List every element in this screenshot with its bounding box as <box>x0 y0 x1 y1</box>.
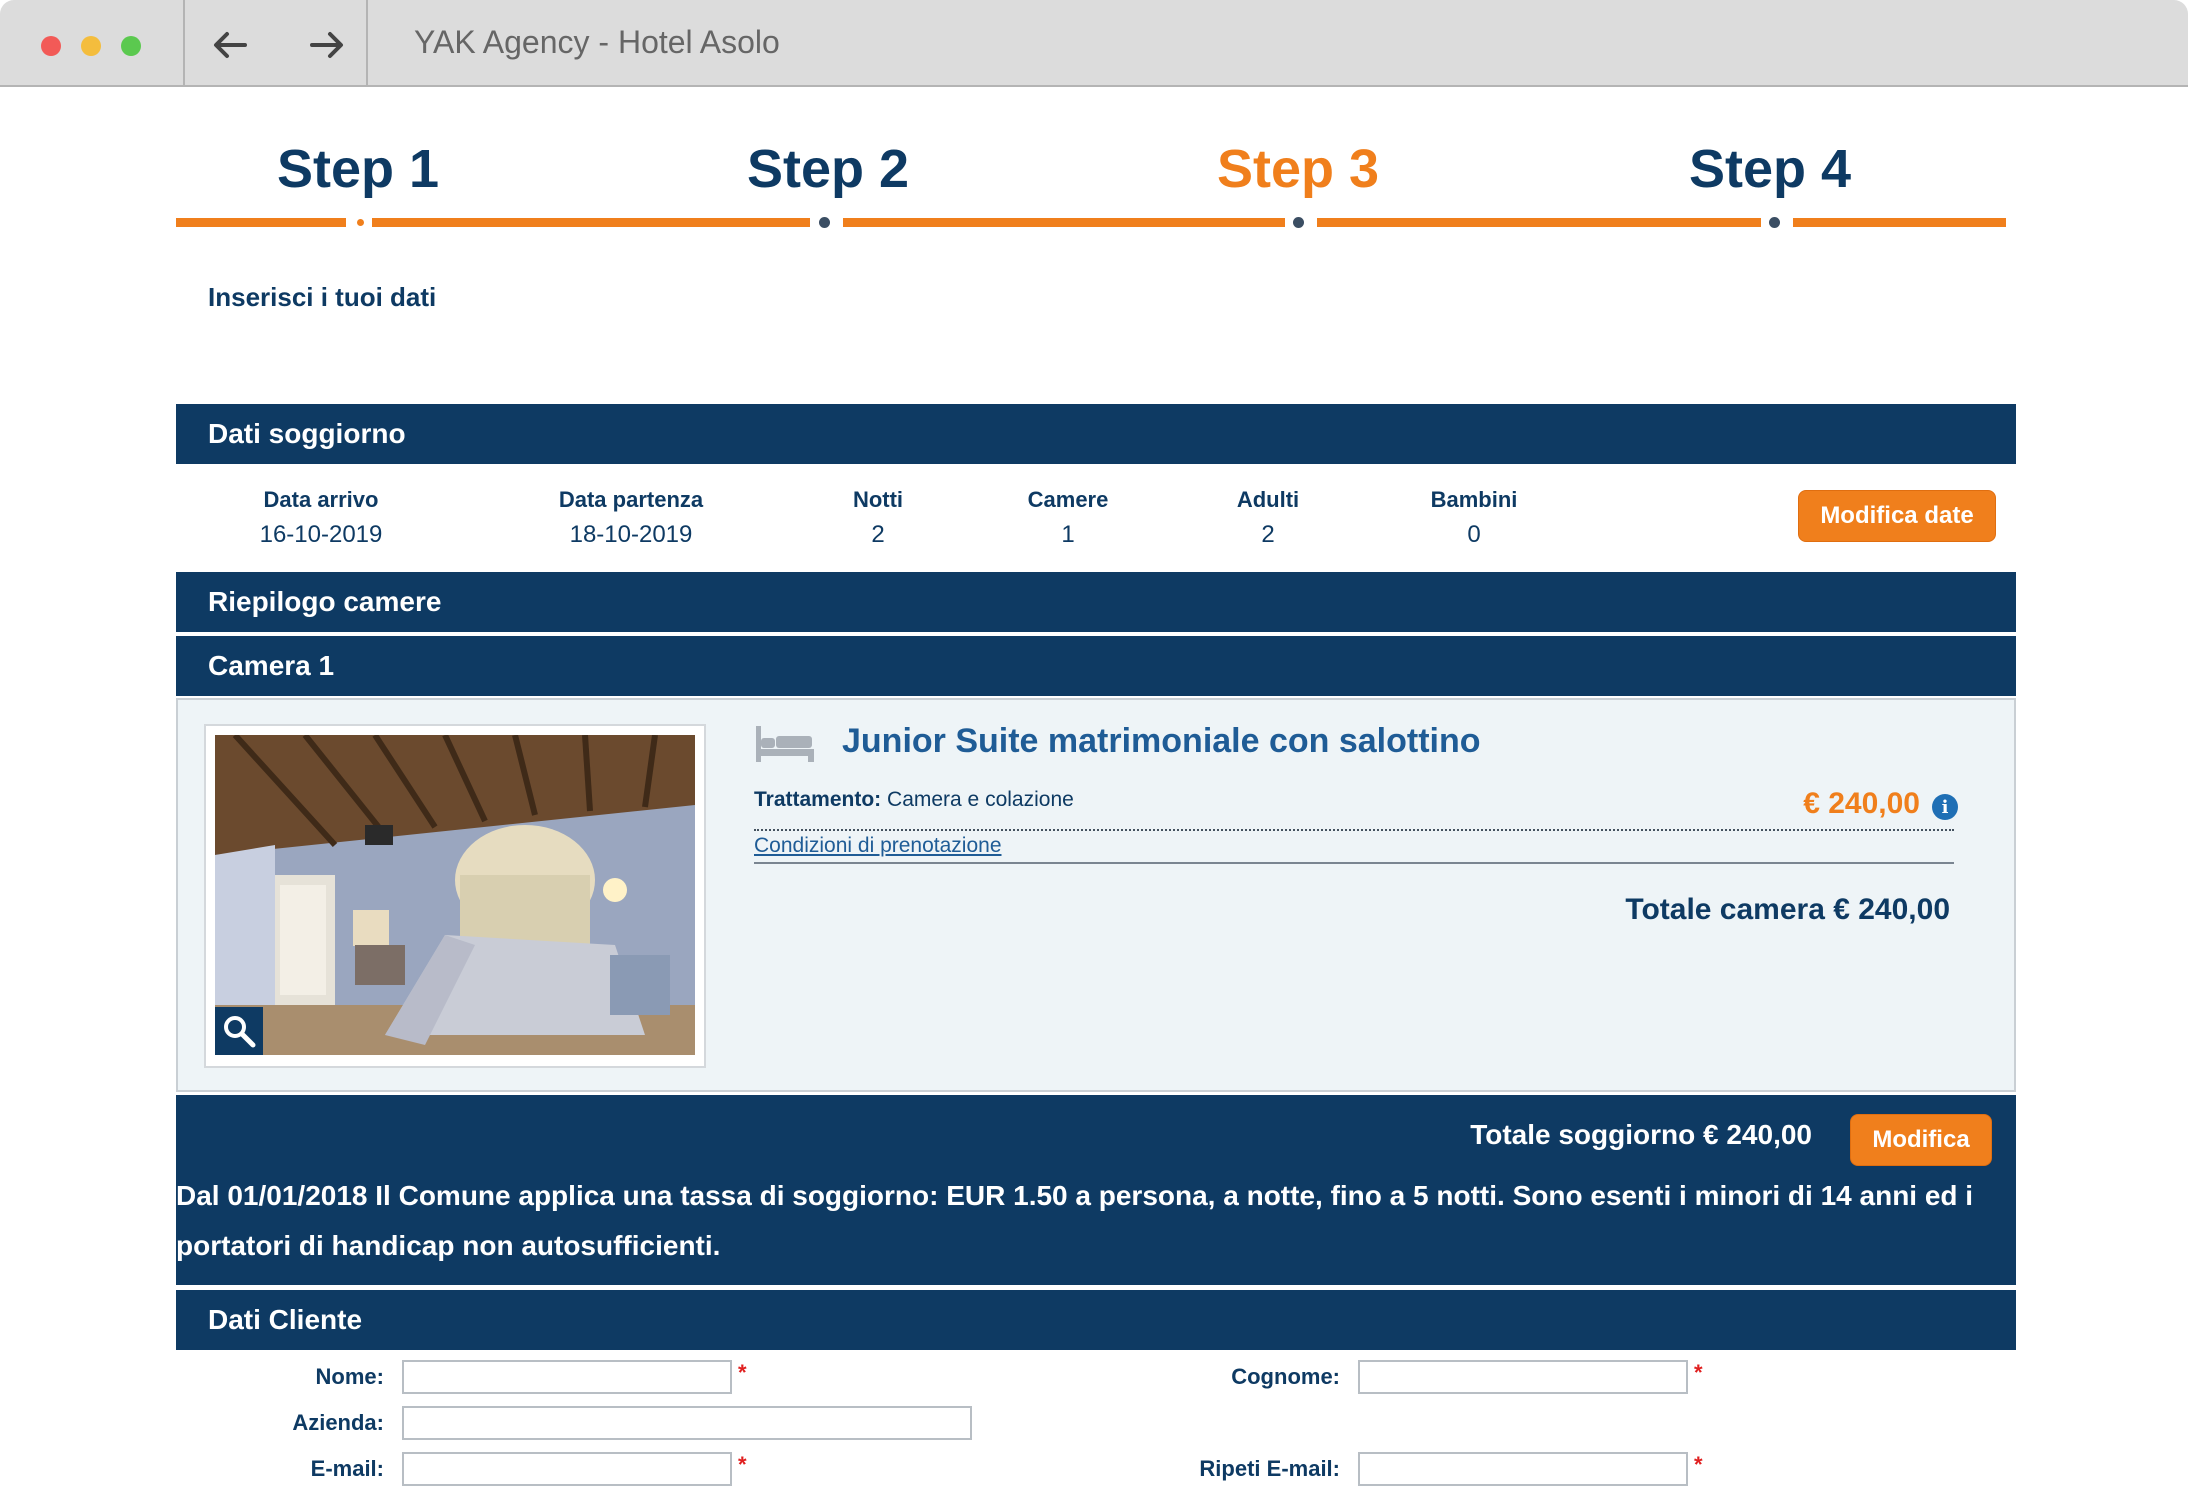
maximize-window-button[interactable] <box>121 36 141 56</box>
step-3-marker <box>1293 217 1304 228</box>
zoom-button[interactable] <box>215 1007 263 1055</box>
toolbar-divider <box>183 0 185 87</box>
treatment: Trattamento: Camera e colazione <box>754 788 1074 812</box>
room-total: Totale camera € 240,00 <box>1625 893 1950 926</box>
step-4-marker <box>1769 217 1780 228</box>
arrow-left-icon <box>214 32 247 58</box>
step-1-marker <box>355 217 366 228</box>
progress-line <box>843 218 1285 227</box>
field-value: 18-10-2019 <box>569 521 693 548</box>
room-photo-frame <box>204 724 706 1068</box>
browser-toolbar: YAK Agency - Hotel Asolo <box>0 0 2188 87</box>
field-value: 16-10-2019 <box>259 521 383 548</box>
progress-line <box>372 218 810 227</box>
step-4[interactable]: Step 4 <box>1620 138 1920 200</box>
close-window-button[interactable] <box>41 36 61 56</box>
edit-dates-button[interactable]: Modifica date <box>1798 490 1996 542</box>
company-field[interactable] <box>402 1406 972 1440</box>
step-1[interactable]: Step 1 <box>208 138 508 200</box>
window-title: YAK Agency - Hotel Asolo <box>414 24 780 60</box>
treatment-value: Camera e colazione <box>887 788 1074 811</box>
rooms-summary-header: Riepilogo camere <box>176 572 2016 632</box>
field-label: Data partenza <box>558 487 704 512</box>
room-header: Camera 1 <box>176 636 2016 696</box>
field-label: Adulti <box>1236 487 1300 512</box>
edit-button[interactable]: Modifica <box>1850 1114 1992 1166</box>
email-field[interactable] <box>402 1452 732 1486</box>
company-label: Azienda: <box>292 1410 384 1435</box>
tourist-tax-notice: Dal 01/01/2018 Il Comune applica una tas… <box>176 1180 1974 1261</box>
client-header: Dati Cliente <box>176 1290 2016 1350</box>
booking-conditions-link[interactable]: Condizioni di prenotazione <box>754 834 1002 858</box>
name-field[interactable] <box>402 1360 732 1394</box>
repeat-email-label: Ripeti E-mail: <box>1199 1456 1340 1481</box>
forward-button[interactable] <box>302 22 352 68</box>
field-label: Data arrivo <box>263 487 379 512</box>
required-marker: * <box>1694 1452 1703 1477</box>
client-form: Nome: * Cognome: * Azienda: E-mail: * Ri… <box>176 1344 2016 1494</box>
progress-line <box>1317 218 1761 227</box>
step-3[interactable]: Step 3 <box>1148 138 1448 200</box>
toolbar-divider <box>366 0 368 87</box>
repeat-email-field[interactable] <box>1358 1452 1688 1486</box>
treatment-label: Trattamento: <box>754 788 882 811</box>
surname-field[interactable] <box>1358 1360 1688 1394</box>
room-photo[interactable] <box>215 735 695 1055</box>
required-marker: * <box>738 1360 747 1385</box>
stay-details: Data arrivo 16-10-2019 Data partenza 18-… <box>176 463 2016 571</box>
surname-label: Cognome: <box>1231 1364 1340 1389</box>
required-marker: * <box>738 1452 747 1477</box>
progress-line <box>176 218 346 227</box>
progress-line <box>1793 218 2006 227</box>
email-label: E-mail: <box>310 1456 384 1481</box>
arrow-right-icon <box>310 32 343 58</box>
field-value: 0 <box>1467 521 1481 548</box>
magnifier-icon <box>224 1016 256 1048</box>
minimize-window-button[interactable] <box>81 36 101 56</box>
stay-total: Totale soggiorno € 240,00 <box>1470 1119 1812 1150</box>
divider <box>754 862 1954 864</box>
name-label: Nome: <box>315 1364 384 1389</box>
booking-steps: Step 1 Step 2 Step 3 Step 4 <box>176 130 2006 240</box>
stay-total-block: Totale soggiorno € 240,00 Modifica Dal 0… <box>176 1095 2016 1285</box>
step-2[interactable]: Step 2 <box>678 138 978 200</box>
info-icon[interactable]: i <box>1932 794 1958 820</box>
room-card: Junior Suite matrimoniale con salottino … <box>176 698 2016 1092</box>
children-count: Bambini 0 <box>1354 487 1594 549</box>
bed-icon <box>756 726 814 762</box>
room-photo-image <box>215 735 695 1055</box>
step-2-marker <box>819 217 830 228</box>
required-marker: * <box>1694 1360 1703 1385</box>
adults-count: Adulti 2 <box>1148 487 1388 549</box>
field-value: 2 <box>1261 521 1275 548</box>
departure-date: Data partenza 18-10-2019 <box>511 487 751 549</box>
stay-header: Dati soggiorno <box>176 404 2016 464</box>
arrival-date: Data arrivo 16-10-2019 <box>201 487 441 549</box>
field-label: Bambini <box>1430 487 1518 512</box>
intro-text: Inserisci i tuoi dati <box>208 282 437 312</box>
dotted-divider <box>754 829 1954 831</box>
room-name: Junior Suite matrimoniale con salottino <box>842 722 1481 760</box>
back-button[interactable] <box>205 22 255 68</box>
room-price: € 240,00 <box>1803 787 1920 820</box>
